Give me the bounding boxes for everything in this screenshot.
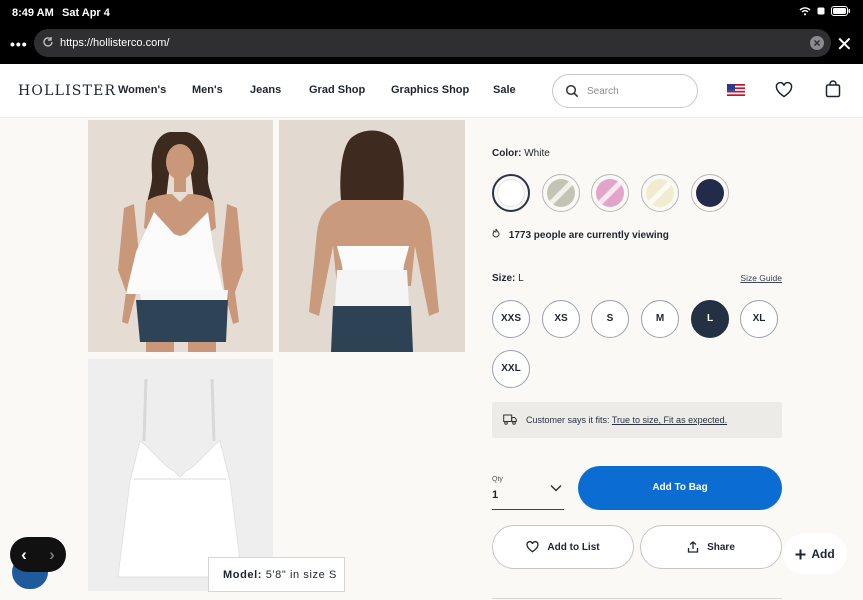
battery-icon (831, 6, 850, 16)
size-xxl[interactable]: XXL (492, 350, 530, 388)
forward-icon[interactable]: › (49, 545, 55, 565)
status-icons (799, 6, 851, 16)
nav-womens[interactable]: Women's (118, 84, 166, 96)
color-label: Color: (492, 148, 522, 159)
model-value: 5'8" in size S (265, 569, 337, 581)
size-xs[interactable]: XS (542, 300, 580, 338)
heart-icon (526, 541, 539, 553)
size-xl[interactable]: XL (740, 300, 778, 338)
nav-grad-shop[interactable]: Grad Shop (309, 84, 365, 96)
plus-icon (795, 549, 806, 559)
address-bar[interactable]: https://hollisterco.com/ (34, 29, 831, 57)
add-to-bag-button[interactable]: Add To Bag (578, 466, 782, 510)
swatch-color (497, 179, 525, 207)
share-label: Share (707, 541, 735, 553)
clear-url-icon[interactable] (810, 36, 824, 50)
share-icon (687, 541, 699, 553)
add-label: Add (811, 547, 835, 561)
back-icon[interactable]: ‹ (21, 545, 27, 565)
chevron-down-icon (550, 484, 562, 492)
swatch-cream[interactable] (641, 174, 679, 212)
size-m[interactable]: M (641, 300, 679, 338)
swatch-pink[interactable] (591, 174, 629, 212)
swatch-grey[interactable] (542, 174, 580, 212)
swatch-color (596, 179, 624, 207)
swatch-color (547, 179, 575, 207)
nav-graphics-shop[interactable]: Graphics Shop (391, 84, 469, 96)
fit-feedback: Customer says it fits: True to size, Fit… (492, 402, 782, 438)
swatch-color (696, 179, 724, 207)
flame-icon (492, 228, 500, 238)
divider (492, 598, 782, 599)
size-row: Size: L (492, 273, 524, 284)
status-date: Sat Apr 4 (62, 7, 110, 19)
truck-icon (503, 414, 517, 425)
product-photo-back[interactable] (279, 120, 465, 352)
site-logo[interactable]: HOLLISTER (18, 83, 116, 99)
nav-mens[interactable]: Men's (192, 84, 223, 96)
wifi-icon (799, 7, 811, 16)
more-icon[interactable]: ••• (10, 36, 28, 52)
add-to-list-label: Add to List (547, 541, 600, 553)
swatch-color (646, 179, 674, 207)
fit-prefix: Customer says it fits: (526, 415, 610, 425)
viewers-text: 1773 people are currently viewing (508, 230, 669, 241)
nav-jeans[interactable]: Jeans (250, 84, 281, 96)
product-photo-front[interactable] (88, 120, 273, 352)
reload-icon[interactable] (42, 36, 54, 48)
qty-label: Qty (492, 476, 503, 483)
site-header: HOLLISTER Women's Men's Jeans Grad Shop … (0, 64, 863, 118)
size-label: Size: (492, 273, 516, 284)
us-flag-icon[interactable] (727, 84, 745, 96)
product-panel: Color: White 1773 people are currently v… (492, 118, 782, 600)
quantity-select[interactable]: Qty 1 (492, 474, 564, 510)
qty-value: 1 (492, 489, 499, 501)
wishlist-heart-icon[interactable] (775, 82, 793, 98)
size-value: L (518, 273, 524, 284)
status-bar: 8:49 AM Sat Apr 4 (0, 0, 863, 26)
fit-link[interactable]: True to size, Fit as expected. (612, 415, 727, 425)
share-button[interactable]: Share (640, 525, 782, 569)
model-info: Model: 5'8" in size S (208, 557, 345, 592)
back-forward-control[interactable]: ‹ › (10, 537, 66, 572)
add-to-list-button[interactable]: Add to List (492, 525, 634, 569)
size-s[interactable]: S (591, 300, 629, 338)
color-row: Color: White (492, 148, 550, 159)
status-time: 8:49 AM (12, 7, 54, 19)
browser-toolbar: ••• https://hollisterco.com/ ✕ (0, 26, 863, 64)
size-xxs[interactable]: XXS (492, 300, 530, 338)
search-input[interactable]: Search (552, 74, 698, 108)
swatch-white[interactable] (492, 174, 530, 212)
color-value: White (524, 148, 550, 159)
close-icon[interactable]: ✕ (836, 32, 853, 57)
search-placeholder: Search (587, 86, 619, 97)
add-floating-button[interactable]: Add (783, 534, 847, 574)
swatch-navy[interactable] (691, 174, 729, 212)
search-icon (565, 84, 579, 98)
size-guide-link[interactable]: Size Guide (740, 273, 782, 283)
alarm-icon (817, 7, 825, 15)
shopping-bag-icon[interactable] (825, 80, 841, 98)
viewers-row: 1773 people are currently viewing (492, 228, 669, 241)
model-label: Model: (223, 569, 263, 581)
nav-sale[interactable]: Sale (493, 84, 516, 96)
url-text[interactable]: https://hollisterco.com/ (60, 37, 169, 49)
size-l[interactable]: L (691, 300, 729, 338)
